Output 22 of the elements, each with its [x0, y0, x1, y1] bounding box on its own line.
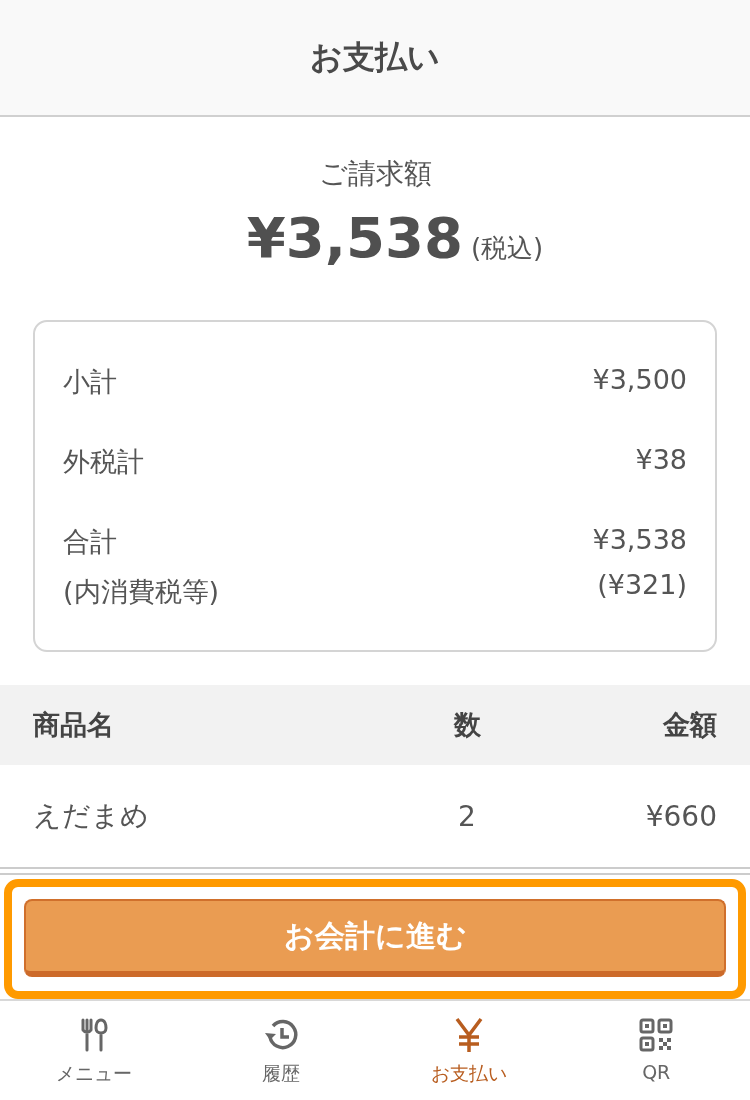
total-amount: ¥3,538	[246, 205, 463, 270]
summary-value: (¥321)	[597, 569, 687, 600]
nav-tab[interactable]: 履歴	[187, 1001, 375, 1100]
tax-included-note: (税込)	[470, 232, 544, 265]
nav-tab[interactable]: メニュー	[0, 1001, 188, 1100]
nav-tab[interactable]: お支払い	[375, 1001, 563, 1100]
page-title: お支払い	[310, 36, 440, 78]
summary-value: ¥3,538	[592, 524, 687, 555]
billing-label: ご請求額	[318, 156, 432, 192]
summary-label: 外税計	[63, 445, 144, 479]
table-cell-text: 2	[457, 799, 477, 833]
summary-label: (内消費税等)	[63, 575, 220, 609]
table-cell-text: えだまめ	[33, 798, 150, 834]
table-cell-text: ¥660	[644, 799, 717, 833]
column-header: 数	[452, 708, 482, 742]
summary-value: ¥38	[635, 444, 687, 475]
summary-label: 小計	[63, 365, 117, 399]
column-header: 商品名	[33, 708, 115, 742]
summary-label: 合計	[63, 525, 118, 559]
column-header: 金額	[662, 708, 717, 742]
nav-tab[interactable]: QR	[562, 1001, 750, 1100]
summary-value: ¥3,500	[592, 364, 687, 395]
